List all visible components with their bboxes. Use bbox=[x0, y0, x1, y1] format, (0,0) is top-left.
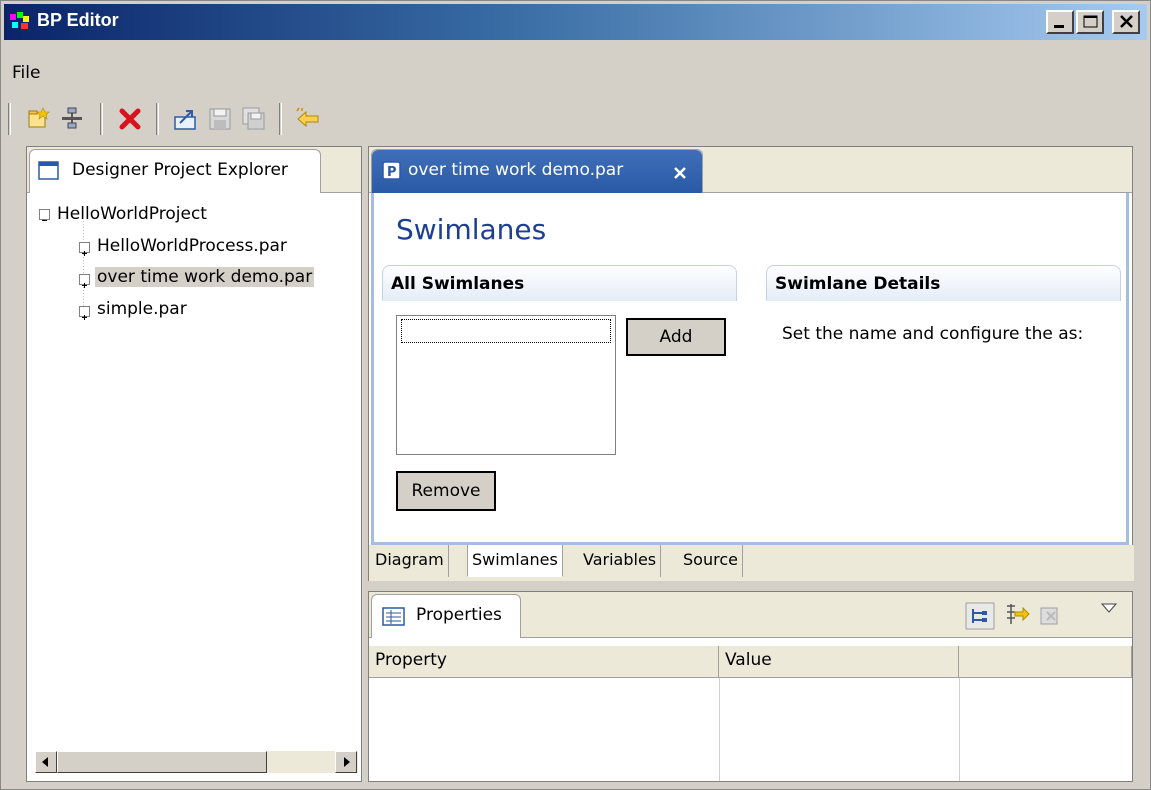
expand-toggle[interactable] bbox=[79, 274, 90, 288]
swimlane-details-section-header: Swimlane Details bbox=[766, 265, 1121, 301]
delete-icon[interactable] bbox=[116, 105, 144, 133]
collapse-toggle[interactable] bbox=[39, 209, 50, 221]
maximize-button[interactable] bbox=[1076, 10, 1104, 34]
export-icon[interactable] bbox=[172, 105, 200, 133]
maximize-icon bbox=[1083, 15, 1098, 28]
swimlane-details-header: Swimlane Details bbox=[775, 274, 941, 294]
tree-item-selected[interactable]: over time work demo.par bbox=[95, 267, 315, 287]
arrow-right-icon bbox=[344, 757, 350, 767]
tab-designer-project-explorer[interactable]: Designer Project Explorer bbox=[29, 149, 321, 193]
list-focus-row[interactable] bbox=[401, 319, 611, 343]
tab-editor-file[interactable]: P over time work demo.par bbox=[371, 149, 703, 193]
explorer-tab-strip: Designer Project Explorer bbox=[27, 147, 361, 193]
save-icon[interactable] bbox=[206, 105, 234, 133]
view-menu-icon[interactable] bbox=[1099, 600, 1119, 616]
par-file-icon: P bbox=[382, 161, 401, 180]
save-all-icon[interactable] bbox=[240, 105, 268, 133]
properties-tab-strip: Properties bbox=[369, 592, 1132, 638]
close-icon bbox=[1120, 15, 1133, 28]
categories-icon[interactable] bbox=[965, 602, 995, 630]
svg-text:P: P bbox=[387, 165, 397, 180]
editor-tab-strip: P over time work demo.par bbox=[369, 147, 1132, 193]
remove-button[interactable]: Remove bbox=[396, 471, 496, 511]
new-process-icon[interactable] bbox=[58, 105, 86, 133]
arrow-left-icon bbox=[42, 757, 48, 767]
tree-lines bbox=[83, 221, 84, 309]
tab-swimlanes[interactable]: Swimlanes bbox=[467, 545, 563, 577]
properties-panel: Properties Property Value bbox=[368, 591, 1133, 782]
all-swimlanes-header: All Swimlanes bbox=[391, 274, 525, 294]
plus-icon bbox=[82, 283, 87, 288]
toolbar bbox=[4, 101, 1144, 141]
column-header-value[interactable]: Value bbox=[719, 646, 959, 678]
menu-file[interactable]: File bbox=[12, 63, 40, 83]
app-icon bbox=[10, 12, 29, 29]
new-project-icon[interactable] bbox=[24, 105, 52, 133]
expand-toggle[interactable] bbox=[79, 242, 90, 256]
tree-item[interactable]: simple.par bbox=[97, 299, 187, 319]
expand-toggle[interactable] bbox=[79, 306, 90, 320]
toolbar-separator bbox=[100, 103, 103, 135]
window-title: BP Editor bbox=[37, 10, 119, 30]
property-column bbox=[369, 678, 720, 781]
tab-variables[interactable]: Variables bbox=[579, 545, 662, 577]
scroll-thumb[interactable] bbox=[57, 751, 267, 773]
tree-item[interactable]: HelloWorldProcess.par bbox=[97, 236, 287, 256]
plus-icon bbox=[82, 315, 87, 320]
editor-page-tabs: Diagram Swimlanes Variables Source bbox=[369, 545, 1134, 581]
explorer-title: Designer Project Explorer bbox=[72, 160, 288, 180]
minimize-button[interactable] bbox=[1046, 10, 1074, 34]
editor-tab-label: over time work demo.par bbox=[408, 160, 624, 180]
close-tab-icon[interactable] bbox=[672, 165, 688, 181]
back-icon[interactable] bbox=[294, 105, 322, 133]
toolbar-separator bbox=[156, 103, 159, 135]
tab-source[interactable]: Source bbox=[679, 545, 743, 577]
toolbar-separator bbox=[279, 103, 282, 135]
filter-advanced-icon[interactable] bbox=[1001, 600, 1031, 630]
scroll-right-button[interactable] bbox=[335, 751, 357, 773]
tab-properties[interactable]: Properties bbox=[371, 594, 521, 638]
properties-icon bbox=[382, 607, 405, 626]
project-explorer-panel: Designer Project Explorer HelloWorldProj… bbox=[26, 146, 362, 782]
title-bar: BP Editor bbox=[4, 4, 1147, 40]
add-button-label: Add bbox=[659, 327, 693, 347]
page-heading: Swimlanes bbox=[396, 213, 547, 246]
toolbar-separator bbox=[8, 103, 11, 135]
close-button[interactable] bbox=[1112, 10, 1140, 34]
value-column bbox=[720, 678, 960, 781]
details-description: Set the name and configure the as: bbox=[782, 324, 1084, 344]
editor-panel: P over time work demo.par Swimlanes All … bbox=[368, 146, 1134, 581]
scroll-left-button[interactable] bbox=[35, 751, 57, 773]
restore-default-icon[interactable] bbox=[1037, 602, 1065, 630]
properties-title: Properties bbox=[416, 605, 502, 625]
minimize-icon bbox=[1054, 25, 1064, 28]
column-header-property[interactable]: Property bbox=[369, 646, 719, 678]
editor-content: Swimlanes All Swimlanes Add Remove Swiml… bbox=[371, 193, 1129, 545]
column-header-blank[interactable] bbox=[959, 646, 1132, 678]
remove-button-label: Remove bbox=[411, 481, 481, 501]
horizontal-scrollbar[interactable] bbox=[35, 751, 358, 773]
window-view-icon bbox=[38, 161, 59, 180]
plus-icon bbox=[82, 251, 87, 256]
all-swimlanes-section-header: All Swimlanes bbox=[382, 265, 737, 301]
window: BP Editor File Designer Project Explorer… bbox=[0, 0, 1151, 790]
swimlanes-list[interactable] bbox=[396, 315, 616, 455]
tab-diagram[interactable]: Diagram bbox=[371, 545, 449, 577]
add-button[interactable]: Add bbox=[626, 318, 726, 356]
